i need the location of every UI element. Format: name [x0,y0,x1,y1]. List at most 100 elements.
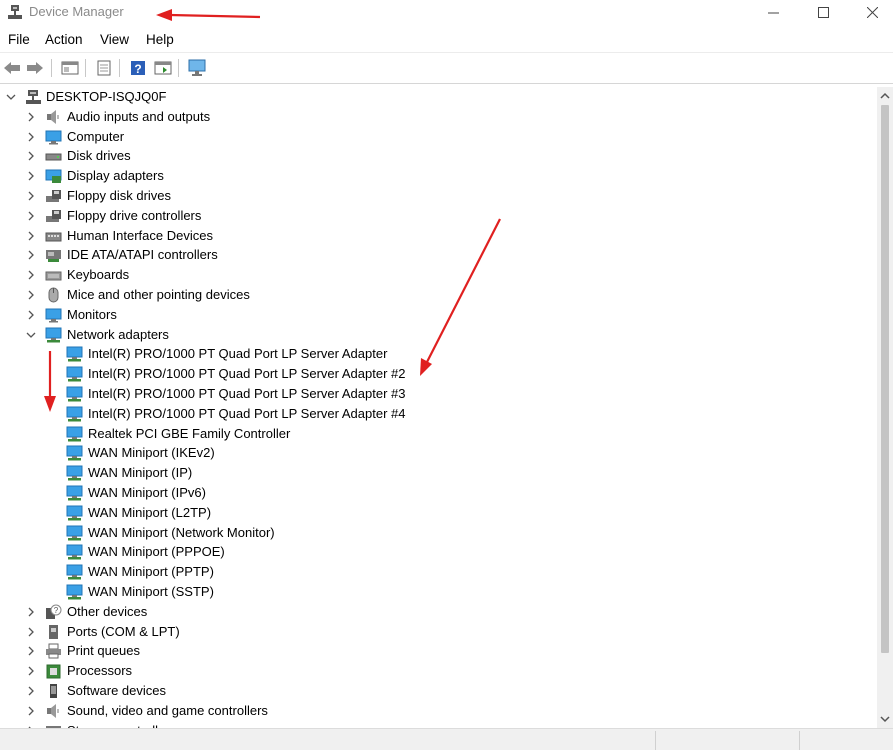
port-icon [49,624,58,639]
chevron-right-icon[interactable] [25,111,37,123]
chevron-right-icon[interactable] [25,249,37,261]
tree-device[interactable]: WAN Miniport (IPv6) [0,483,877,503]
minimize-button[interactable] [750,0,796,24]
tree-category[interactable]: Floppy drive controllers [0,206,877,226]
help-button[interactable]: ? [128,58,148,78]
maximize-button[interactable] [800,0,846,24]
tree-device[interactable]: WAN Miniport (PPTP) [0,562,877,582]
speaker-icon [47,109,59,124]
back-button[interactable] [2,58,22,78]
computer-tree-root-icon [26,90,41,104]
tree-category[interactable]: Computer [0,127,877,147]
chevron-right-icon[interactable] [25,645,37,657]
tree-device[interactable]: WAN Miniport (Network Monitor) [0,523,877,543]
tree-device[interactable]: Intel(R) PRO/1000 PT Quad Port LP Server… [0,404,877,424]
show-hide-console-tree-button[interactable] [60,58,80,78]
tree-device[interactable]: Realtek PCI GBE Family Controller [0,424,877,444]
tree-category-label: Sound, video and game controllers [67,702,268,718]
tree-device[interactable]: WAN Miniport (IKEv2) [0,443,877,463]
title-bar: Device Manager [0,0,893,28]
forward-button[interactable] [25,58,45,78]
mouse-icon [48,287,59,303]
menu-action[interactable]: Action [43,32,85,47]
tree-category[interactable]: Display adapters [0,166,877,186]
network-child-icon [66,525,83,541]
properties-button[interactable] [94,58,114,78]
tree-category[interactable]: Print queues [0,641,877,661]
monitor-icon [45,308,62,323]
menu-help[interactable]: Help [144,32,176,47]
scan-hardware-button[interactable] [187,58,207,78]
chevron-right-icon[interactable] [25,606,37,618]
tree-category-label: Display adapters [67,168,164,184]
properties-icon [97,60,111,76]
tree-category[interactable]: Mice and other pointing devices [0,285,877,305]
chevron-right-icon[interactable] [25,131,37,143]
tree-device[interactable]: WAN Miniport (SSTP) [0,582,877,602]
tree-device-label: Intel(R) PRO/1000 PT Quad Port LP Server… [88,405,406,421]
network-child-icon [66,465,83,481]
tree-category-label: Ports (COM & LPT) [67,623,180,639]
tree-category[interactable]: Storage controllers [0,721,877,728]
chevron-right-icon[interactable] [25,685,37,697]
tree-device[interactable]: WAN Miniport (L2TP) [0,503,877,523]
chevron-right-icon[interactable] [25,190,37,202]
tree-category[interactable]: Network adapters [0,325,877,345]
tree-device[interactable]: Intel(R) PRO/1000 PT Quad Port LP Server… [0,384,877,404]
chevron-right-icon[interactable] [25,170,37,182]
scroll-up-icon[interactable] [880,91,890,101]
tree-category[interactable]: Audio inputs and outputs [0,107,877,127]
help-icon: ? [131,61,145,76]
tree-root[interactable]: DESKTOP-ISQJQ0F [0,87,877,107]
tree-category[interactable]: Human Interface Devices [0,226,877,246]
close-button[interactable] [849,0,893,24]
chevron-right-icon[interactable] [25,665,37,677]
menu-file[interactable]: File [6,32,32,47]
chevron-right-icon[interactable] [25,150,37,162]
network-child-icon [66,544,83,560]
update-driver-button[interactable] [153,58,173,78]
tree-category[interactable]: Processors [0,661,877,681]
chevron-down-icon[interactable] [25,329,37,341]
ide-controller-icon [46,250,61,263]
chevron-right-icon[interactable] [25,230,37,242]
tree-device[interactable]: Intel(R) PRO/1000 PT Quad Port LP Server… [0,344,877,364]
network-child-icon [66,406,83,422]
tree-category[interactable]: Disk drives [0,146,877,166]
software-device-icon [50,684,57,698]
chevron-right-icon[interactable] [25,210,37,222]
chevron-right-icon[interactable] [25,705,37,717]
tree-device[interactable]: WAN Miniport (PPPOE) [0,542,877,562]
chevron-right-icon[interactable] [25,309,37,321]
tree-category-label: Other devices [67,603,148,619]
tree-category[interactable]: Ports (COM & LPT) [0,622,877,642]
floppy-drive-icon [46,190,61,202]
processor-icon [46,664,61,679]
chevron-down-icon[interactable] [5,91,17,103]
disk-drive-icon [45,153,62,161]
tree-category[interactable]: IDE ATA/ATAPI controllers [0,245,877,265]
update-driver-icon [154,61,172,75]
chevron-right-icon[interactable] [25,269,37,281]
chevron-right-icon[interactable] [25,626,37,638]
tree-category[interactable]: Software devices [0,681,877,701]
tree-category[interactable]: ? Other devices [0,602,877,622]
scan-hardware-icon [188,59,206,76]
tree-category[interactable]: Keyboards [0,265,877,285]
speaker-icon [47,703,59,718]
toolbar-separator [119,59,120,77]
tree-category[interactable]: Monitors [0,305,877,325]
menu-view[interactable]: View [98,32,131,47]
tree-device[interactable]: Intel(R) PRO/1000 PT Quad Port LP Server… [0,364,877,384]
network-child-icon [66,426,83,442]
scroll-down-icon[interactable] [880,714,890,724]
chevron-right-icon[interactable] [25,289,37,301]
scrollbar-thumb[interactable] [881,105,889,653]
tree-category[interactable]: Sound, video and game controllers [0,701,877,721]
tree-category[interactable]: Floppy disk drives [0,186,877,206]
tree-device[interactable]: WAN Miniport (IP) [0,463,877,483]
vertical-scrollbar[interactable] [877,87,893,728]
tree-device-label: Intel(R) PRO/1000 PT Quad Port LP Server… [88,386,406,401]
network-child-icon [66,386,83,402]
window-title: Device Manager [29,4,124,19]
